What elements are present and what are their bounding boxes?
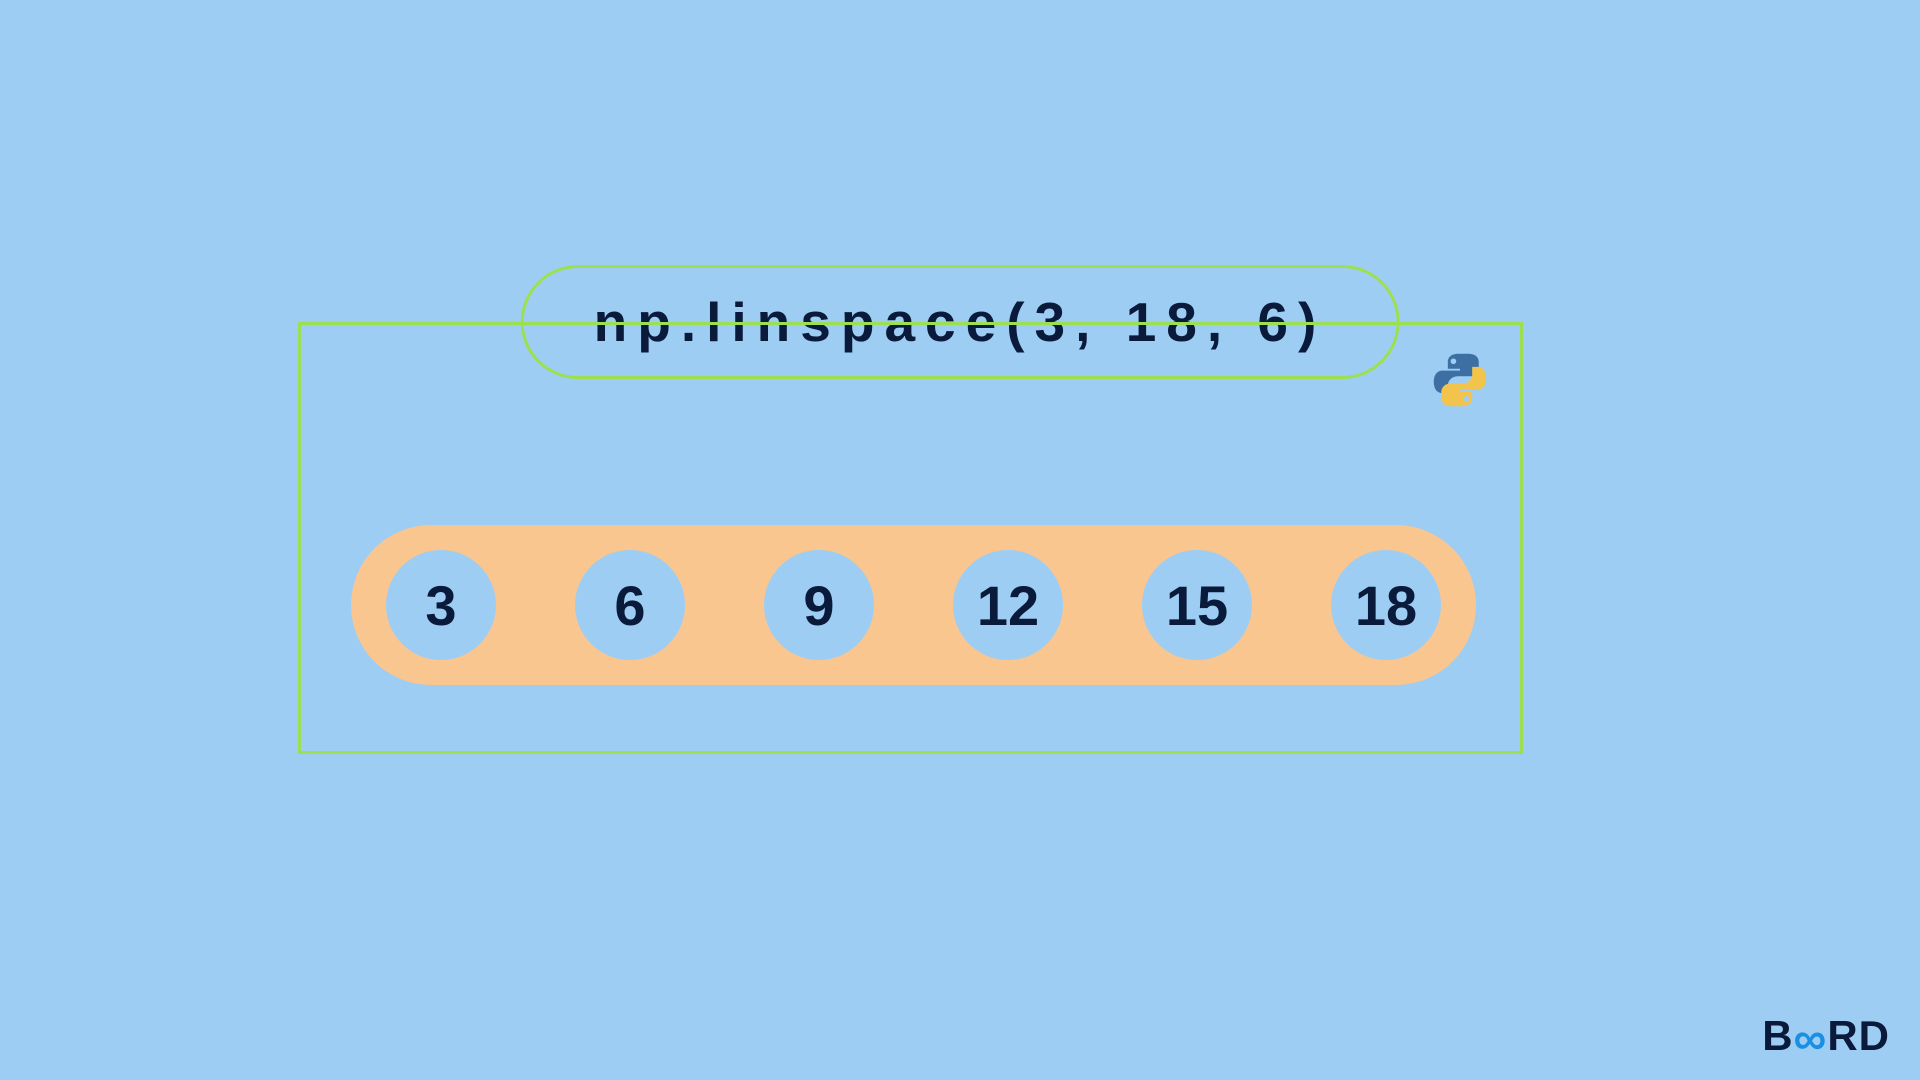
array-output-pill: 3 6 9 12 15 18 <box>351 525 1476 685</box>
value-circle: 18 <box>1331 550 1441 660</box>
python-icon <box>1430 350 1490 410</box>
infinity-icon: ∞ <box>1794 1015 1828 1061</box>
value-circle: 12 <box>953 550 1063 660</box>
diagram-frame: 3 6 9 12 15 18 <box>298 322 1523 754</box>
value-circle: 15 <box>1142 550 1252 660</box>
value-circle: 9 <box>764 550 874 660</box>
value-circle: 6 <box>575 550 685 660</box>
brand-letter-b: B <box>1762 1012 1793 1060</box>
brand-letters-rd: RD <box>1827 1012 1890 1060</box>
value-circle: 3 <box>386 550 496 660</box>
brand-logo: B∞RD <box>1762 1012 1890 1060</box>
